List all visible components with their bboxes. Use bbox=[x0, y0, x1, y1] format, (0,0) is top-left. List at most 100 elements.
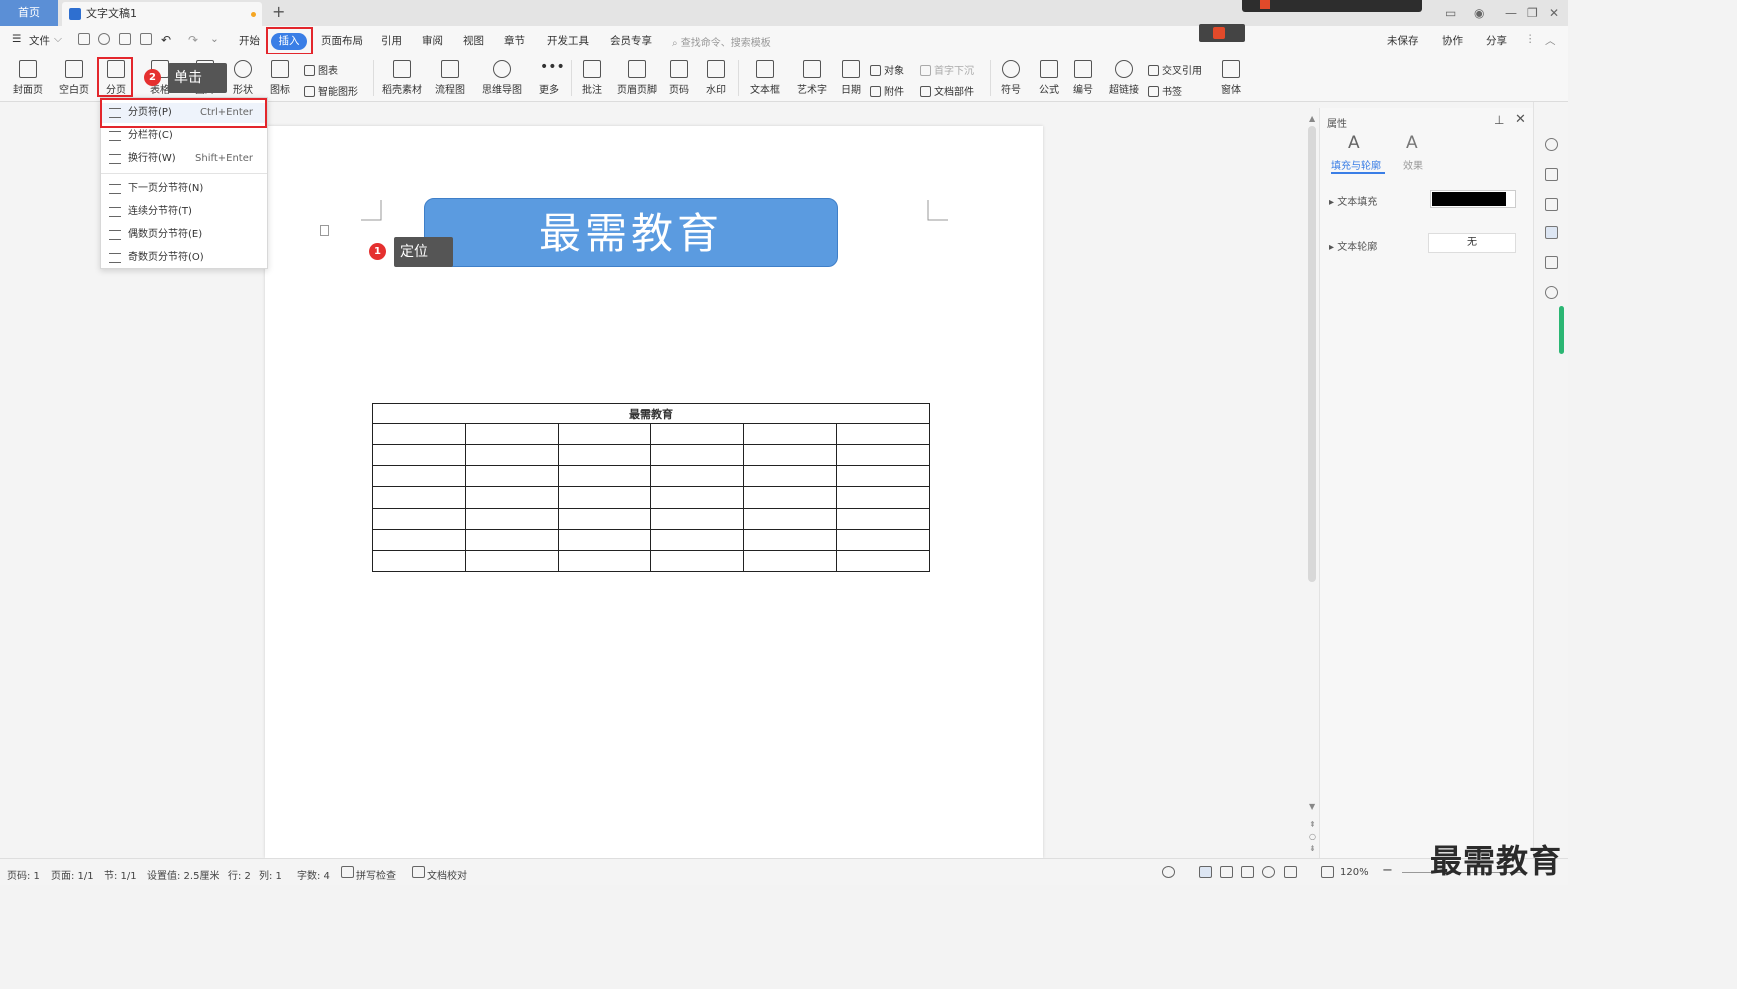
vertical-scrollbar[interactable]: ▲ ▼ ⇞ ○ ⇟ bbox=[1306, 112, 1318, 858]
table-cell[interactable] bbox=[464, 423, 559, 446]
document-table[interactable]: 最需教育 bbox=[372, 402, 930, 573]
chart-button[interactable]: 图表 bbox=[304, 62, 338, 77]
table-cell[interactable] bbox=[743, 444, 838, 467]
material-button[interactable]: 稻壳素材 bbox=[380, 60, 424, 96]
table-cell[interactable] bbox=[743, 507, 838, 530]
zoom-out-icon[interactable]: − bbox=[1382, 863, 1393, 878]
doc-parts-button[interactable]: 文档部件 bbox=[920, 83, 974, 98]
table-cell[interactable] bbox=[650, 486, 745, 509]
table-cell[interactable] bbox=[836, 507, 930, 530]
table-cell[interactable] bbox=[464, 549, 559, 573]
object-button[interactable]: 对象 bbox=[870, 62, 904, 77]
pen-icon[interactable] bbox=[1545, 168, 1558, 181]
status-section[interactable]: 节: 1/1 bbox=[104, 867, 137, 882]
table-cell[interactable] bbox=[464, 528, 559, 551]
tab-references[interactable]: 引用 bbox=[381, 33, 402, 48]
menu-item-odd-section[interactable]: 奇数页分节符(O) bbox=[101, 248, 267, 268]
more-icon[interactable]: ⋮ bbox=[1525, 33, 1536, 45]
tab-page-layout[interactable]: 页面布局 bbox=[321, 33, 363, 48]
status-word-count[interactable]: 字数: 4 bbox=[297, 867, 330, 882]
export-icon[interactable] bbox=[98, 33, 110, 45]
formula-button[interactable]: 公式 bbox=[1034, 60, 1064, 96]
sogou-floating-bar[interactable] bbox=[1199, 24, 1245, 42]
table-cell[interactable] bbox=[464, 507, 559, 530]
redo-icon[interactable]: ↷ bbox=[188, 33, 198, 47]
tab-view[interactable]: 视图 bbox=[463, 33, 484, 48]
scroll-up-icon[interactable]: ▲ bbox=[1309, 114, 1315, 123]
chevron-down-icon[interactable]: ⌵ bbox=[54, 33, 62, 46]
help-icon[interactable] bbox=[1545, 286, 1558, 299]
settings-sliders-icon[interactable] bbox=[1545, 226, 1558, 239]
avatar[interactable]: ◉ bbox=[1474, 6, 1484, 20]
prev-page-icon[interactable]: ⇞ bbox=[1309, 820, 1316, 829]
close-panel-icon[interactable]: ✕ bbox=[1515, 112, 1526, 127]
new-tab-button[interactable]: + bbox=[272, 3, 285, 21]
table-cell[interactable] bbox=[836, 444, 930, 467]
reading-view-icon[interactable] bbox=[1241, 866, 1254, 878]
cross-ref-button[interactable]: 交叉引用 bbox=[1148, 62, 1202, 77]
print-icon[interactable] bbox=[119, 33, 131, 45]
page-view-icon[interactable] bbox=[1199, 866, 1212, 878]
table-cell[interactable] bbox=[372, 444, 466, 467]
pin-icon[interactable]: ⊥ bbox=[1494, 113, 1504, 127]
text-effect-tab-icon[interactable]: A bbox=[1406, 133, 1418, 153]
table-cell[interactable] bbox=[743, 465, 838, 488]
table-cell[interactable] bbox=[372, 423, 466, 446]
table-cell[interactable] bbox=[650, 528, 745, 551]
blank-page-button[interactable]: 空白页 bbox=[55, 60, 93, 96]
shape-button[interactable]: 形状 bbox=[228, 60, 258, 96]
more-button[interactable]: ••• 更多 bbox=[534, 60, 565, 96]
table-cell[interactable] bbox=[650, 465, 745, 488]
table-cell[interactable] bbox=[836, 423, 930, 446]
collab-button[interactable]: 协作 bbox=[1442, 33, 1463, 48]
table-cell[interactable] bbox=[372, 465, 466, 488]
smart-art-button[interactable]: 智能图形 bbox=[304, 83, 358, 98]
panel-title[interactable]: 属性 bbox=[1327, 115, 1347, 130]
eye-protection-icon[interactable] bbox=[1162, 866, 1175, 878]
ime-toolbar[interactable] bbox=[1242, 0, 1422, 12]
file-menu[interactable]: 文件 bbox=[29, 33, 50, 48]
status-row[interactable]: 行: 2 bbox=[228, 867, 251, 882]
table-cell[interactable] bbox=[743, 549, 838, 573]
text-fill-row[interactable]: ▸ 文本填充 bbox=[1329, 193, 1377, 208]
outline-select[interactable]: 无 bbox=[1428, 233, 1516, 253]
icon-button[interactable]: 图标 bbox=[266, 60, 294, 96]
spellcheck-button[interactable]: 拼写检查 bbox=[356, 867, 396, 882]
table-cell[interactable] bbox=[372, 486, 466, 509]
wordart-button[interactable]: 艺术字 bbox=[793, 60, 831, 96]
scroll-down-icon[interactable]: ▼ bbox=[1309, 802, 1315, 811]
doc-check-button[interactable]: 文档校对 bbox=[427, 867, 467, 882]
table-cell[interactable] bbox=[464, 444, 559, 467]
tab-fill-outline[interactable]: 填充与轮廓 bbox=[1331, 157, 1381, 172]
watermark-button[interactable]: 水印 bbox=[701, 60, 731, 96]
table-cell[interactable] bbox=[372, 507, 466, 530]
restore-icon[interactable]: ❐ bbox=[1527, 6, 1538, 20]
textbox-button[interactable]: 文本框 bbox=[745, 60, 785, 96]
attachment-button[interactable]: 附件 bbox=[870, 83, 904, 98]
numbering-button[interactable]: 编号 bbox=[1070, 60, 1096, 96]
select-browse-icon[interactable]: ○ bbox=[1309, 832, 1316, 841]
table-cell[interactable] bbox=[372, 549, 466, 573]
table-cell[interactable] bbox=[372, 528, 466, 551]
mindmap-button[interactable]: 思维导图 bbox=[479, 60, 525, 96]
window-form-button[interactable]: 窗体 bbox=[1216, 60, 1246, 96]
fit-page-icon[interactable] bbox=[1321, 866, 1334, 878]
table-cell[interactable] bbox=[836, 465, 930, 488]
table-cell[interactable] bbox=[464, 486, 559, 509]
status-setting[interactable]: 设置值: 2.5厘米 bbox=[147, 867, 219, 882]
status-pages[interactable]: 页面: 1/1 bbox=[51, 867, 94, 882]
tab-start[interactable]: 开始 bbox=[239, 33, 260, 48]
page-number-button[interactable]: 页码 bbox=[664, 60, 694, 96]
text-fill-color-picker[interactable] bbox=[1430, 190, 1516, 208]
table-cell[interactable] bbox=[743, 528, 838, 551]
drop-cap-button[interactable]: 首字下沉 bbox=[920, 62, 974, 77]
table-header-cell[interactable]: 最需教育 bbox=[372, 402, 930, 425]
table-cell[interactable] bbox=[557, 507, 652, 530]
table-cell[interactable] bbox=[557, 444, 652, 467]
table-cell[interactable] bbox=[836, 486, 930, 509]
close-icon[interactable]: ✕ bbox=[1549, 6, 1559, 20]
table-cell[interactable] bbox=[650, 444, 745, 467]
bookmark-button[interactable]: 书签 bbox=[1148, 83, 1182, 98]
date-button[interactable]: 日期 bbox=[838, 60, 864, 96]
layout-icon[interactable]: ▭ bbox=[1445, 6, 1456, 20]
